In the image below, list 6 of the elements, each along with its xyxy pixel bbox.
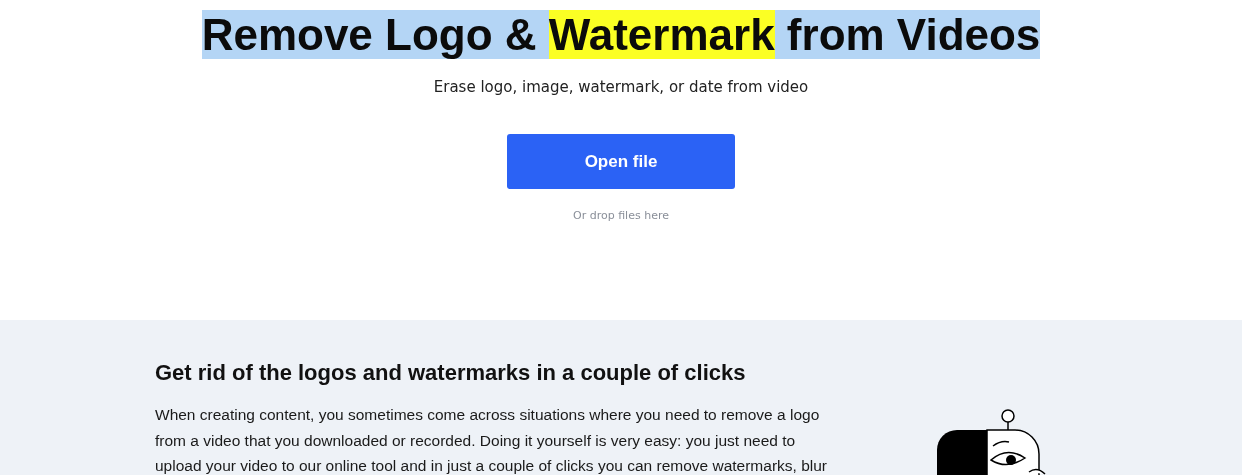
drop-hint: Or drop files here [573, 209, 669, 222]
page-title: Remove Logo & Watermark from Videos [201, 9, 1041, 61]
section-paragraph: When creating content, you sometimes come across situations where you need to remove a logo from a video that you downloaded or recorded. Doing it yourself is very easy: you just need to upload your video to our online tool and in just a couple of clicks you can remove watermarks, blur [155, 405, 829, 475]
subtitle: Erase logo, image, watermark, or date from video [433, 78, 809, 96]
open-file-button[interactable]: Open file [507, 134, 735, 189]
section-heading: Get rid of the logos and watermarks in a couple of clicks [155, 360, 747, 386]
